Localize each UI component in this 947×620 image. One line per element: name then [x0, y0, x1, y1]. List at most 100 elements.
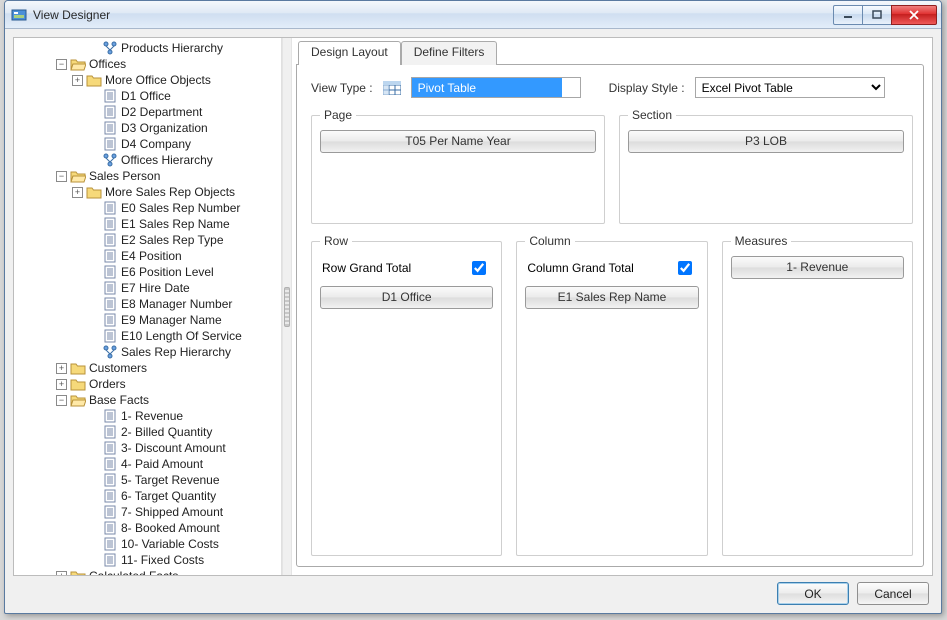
tree-item[interactable]: D4 Company	[16, 136, 281, 152]
measures-item[interactable]: 1- Revenue	[731, 256, 904, 279]
tree-item[interactable]: +Customers	[16, 360, 281, 376]
tab-page-design: View Type : Pivot Table Display Style : …	[296, 64, 924, 567]
tree-item-label: Offices	[89, 57, 126, 71]
tree-item[interactable]: 7- Shipped Amount	[16, 504, 281, 520]
tree-item[interactable]: E6 Position Level	[16, 264, 281, 280]
top-fields-row: View Type : Pivot Table Display Style : …	[311, 77, 913, 98]
group-page[interactable]: Page T05 Per Name Year	[311, 108, 605, 224]
tree-item[interactable]: E8 Manager Number	[16, 296, 281, 312]
display-style-select[interactable]: Excel Pivot Table	[695, 77, 885, 98]
tree-item-label: Sales Rep Hierarchy	[121, 345, 231, 359]
app-icon	[11, 7, 27, 23]
close-button[interactable]	[891, 5, 937, 25]
tab-strip: Design Layout Define Filters	[296, 40, 924, 64]
tree-expander-blank	[88, 91, 99, 102]
view-type-label: View Type :	[311, 81, 373, 95]
page-section-row: Page T05 Per Name Year Section P3 LOB	[311, 108, 913, 224]
row-col-measures-row: Row Row Grand Total D1 Office Column	[311, 234, 913, 556]
tree-item[interactable]: Sales Rep Hierarchy	[16, 344, 281, 360]
tree-expander-blank	[88, 251, 99, 262]
group-column[interactable]: Column Column Grand Total E1 Sales Rep N…	[516, 234, 707, 556]
tree-expander[interactable]: +	[56, 379, 67, 390]
ok-button[interactable]: OK	[777, 582, 849, 605]
tree-expander-blank	[88, 155, 99, 166]
tree-item[interactable]: Products Hierarchy	[16, 40, 281, 56]
cancel-button[interactable]: Cancel	[857, 582, 929, 605]
footer-buttons: OK Cancel	[13, 576, 933, 607]
view-type-select[interactable]: Pivot Table	[411, 77, 581, 98]
col-icon	[102, 520, 118, 536]
group-row[interactable]: Row Row Grand Total D1 Office	[311, 234, 502, 556]
tree-item[interactable]: −Sales Person	[16, 168, 281, 184]
folder-open-icon	[70, 168, 86, 184]
column-grand-total-checkbox[interactable]	[678, 261, 692, 275]
tree-item[interactable]: E10 Length Of Service	[16, 328, 281, 344]
tab-define-filters[interactable]: Define Filters	[401, 41, 498, 65]
tree-item[interactable]: +Calculated Facts	[16, 568, 281, 575]
tree-item[interactable]: − Offices	[16, 56, 281, 72]
tree-item[interactable]: 6- Target Quantity	[16, 488, 281, 504]
tree-expander[interactable]: −	[56, 395, 67, 406]
tree-item[interactable]: 10- Variable Costs	[16, 536, 281, 552]
tree-item[interactable]: Offices Hierarchy	[16, 152, 281, 168]
group-measures[interactable]: Measures 1- Revenue	[722, 234, 913, 556]
row-item[interactable]: D1 Office	[320, 286, 493, 309]
col-icon	[102, 88, 118, 104]
tree-view[interactable]: Products Hierarchy − Offices+More Office O…	[14, 38, 281, 575]
tree-expander[interactable]: +	[56, 571, 67, 576]
tree-item[interactable]: E9 Manager Name	[16, 312, 281, 328]
tree-item[interactable]: 4- Paid Amount	[16, 456, 281, 472]
main-split: Products Hierarchy − Offices+More Office O…	[13, 37, 933, 576]
tree-item[interactable]: E4 Position	[16, 248, 281, 264]
group-row-title: Row	[320, 234, 352, 248]
page-item[interactable]: T05 Per Name Year	[320, 130, 596, 153]
splitter[interactable]	[282, 38, 292, 575]
tree-expander[interactable]: −	[56, 171, 67, 182]
tree-item[interactable]: D2 Department	[16, 104, 281, 120]
app-window: View Designer Products Hierarchy − Offices…	[4, 0, 942, 614]
tree-item[interactable]: D1 Office	[16, 88, 281, 104]
tree-expander-blank	[88, 539, 99, 550]
tree-item[interactable]: −Base Facts	[16, 392, 281, 408]
col-icon	[102, 488, 118, 504]
tree-expander[interactable]: +	[56, 363, 67, 374]
tree-item[interactable]: +More Office Objects	[16, 72, 281, 88]
tree-item[interactable]: E2 Sales Rep Type	[16, 232, 281, 248]
row-grand-total-label: Row Grand Total	[322, 261, 411, 275]
tree-item[interactable]: 2- Billed Quantity	[16, 424, 281, 440]
tree-item[interactable]: 1- Revenue	[16, 408, 281, 424]
tree-item[interactable]: E7 Hire Date	[16, 280, 281, 296]
tree-item[interactable]: D3 Organization	[16, 120, 281, 136]
tree-expander-blank	[88, 299, 99, 310]
col-icon	[102, 200, 118, 216]
minimize-button[interactable]	[833, 5, 863, 25]
row-grand-total-checkbox[interactable]	[472, 261, 486, 275]
tree-item[interactable]: 11- Fixed Costs	[16, 552, 281, 568]
maximize-button[interactable]	[862, 5, 892, 25]
tree-expander[interactable]: +	[72, 75, 83, 86]
tree-item-label: E0 Sales Rep Number	[121, 201, 240, 215]
tree-item[interactable]: +More Sales Rep Objects	[16, 184, 281, 200]
tree-expander-blank	[88, 443, 99, 454]
tree-expander-blank	[88, 235, 99, 246]
titlebar[interactable]: View Designer	[5, 1, 941, 29]
tree-item[interactable]: +Orders	[16, 376, 281, 392]
col-icon	[102, 312, 118, 328]
tree-item[interactable]: E0 Sales Rep Number	[16, 200, 281, 216]
tree-item[interactable]: 5- Target Revenue	[16, 472, 281, 488]
group-measures-title: Measures	[731, 234, 792, 248]
tree-expander[interactable]: −	[56, 59, 67, 70]
folder-open-icon	[70, 392, 86, 408]
hierarchy-icon	[102, 344, 118, 360]
tree-expander[interactable]: +	[72, 187, 83, 198]
section-item[interactable]: P3 LOB	[628, 130, 904, 153]
column-item[interactable]: E1 Sales Rep Name	[525, 286, 698, 309]
tree-item[interactable]: 3- Discount Amount	[16, 440, 281, 456]
col-icon	[102, 536, 118, 552]
tree-expander-blank	[88, 475, 99, 486]
tree-item[interactable]: 8- Booked Amount	[16, 520, 281, 536]
tab-design-layout[interactable]: Design Layout	[298, 41, 401, 65]
tree-item[interactable]: E1 Sales Rep Name	[16, 216, 281, 232]
tree-item-label: 10- Variable Costs	[121, 537, 219, 551]
group-section[interactable]: Section P3 LOB	[619, 108, 913, 224]
